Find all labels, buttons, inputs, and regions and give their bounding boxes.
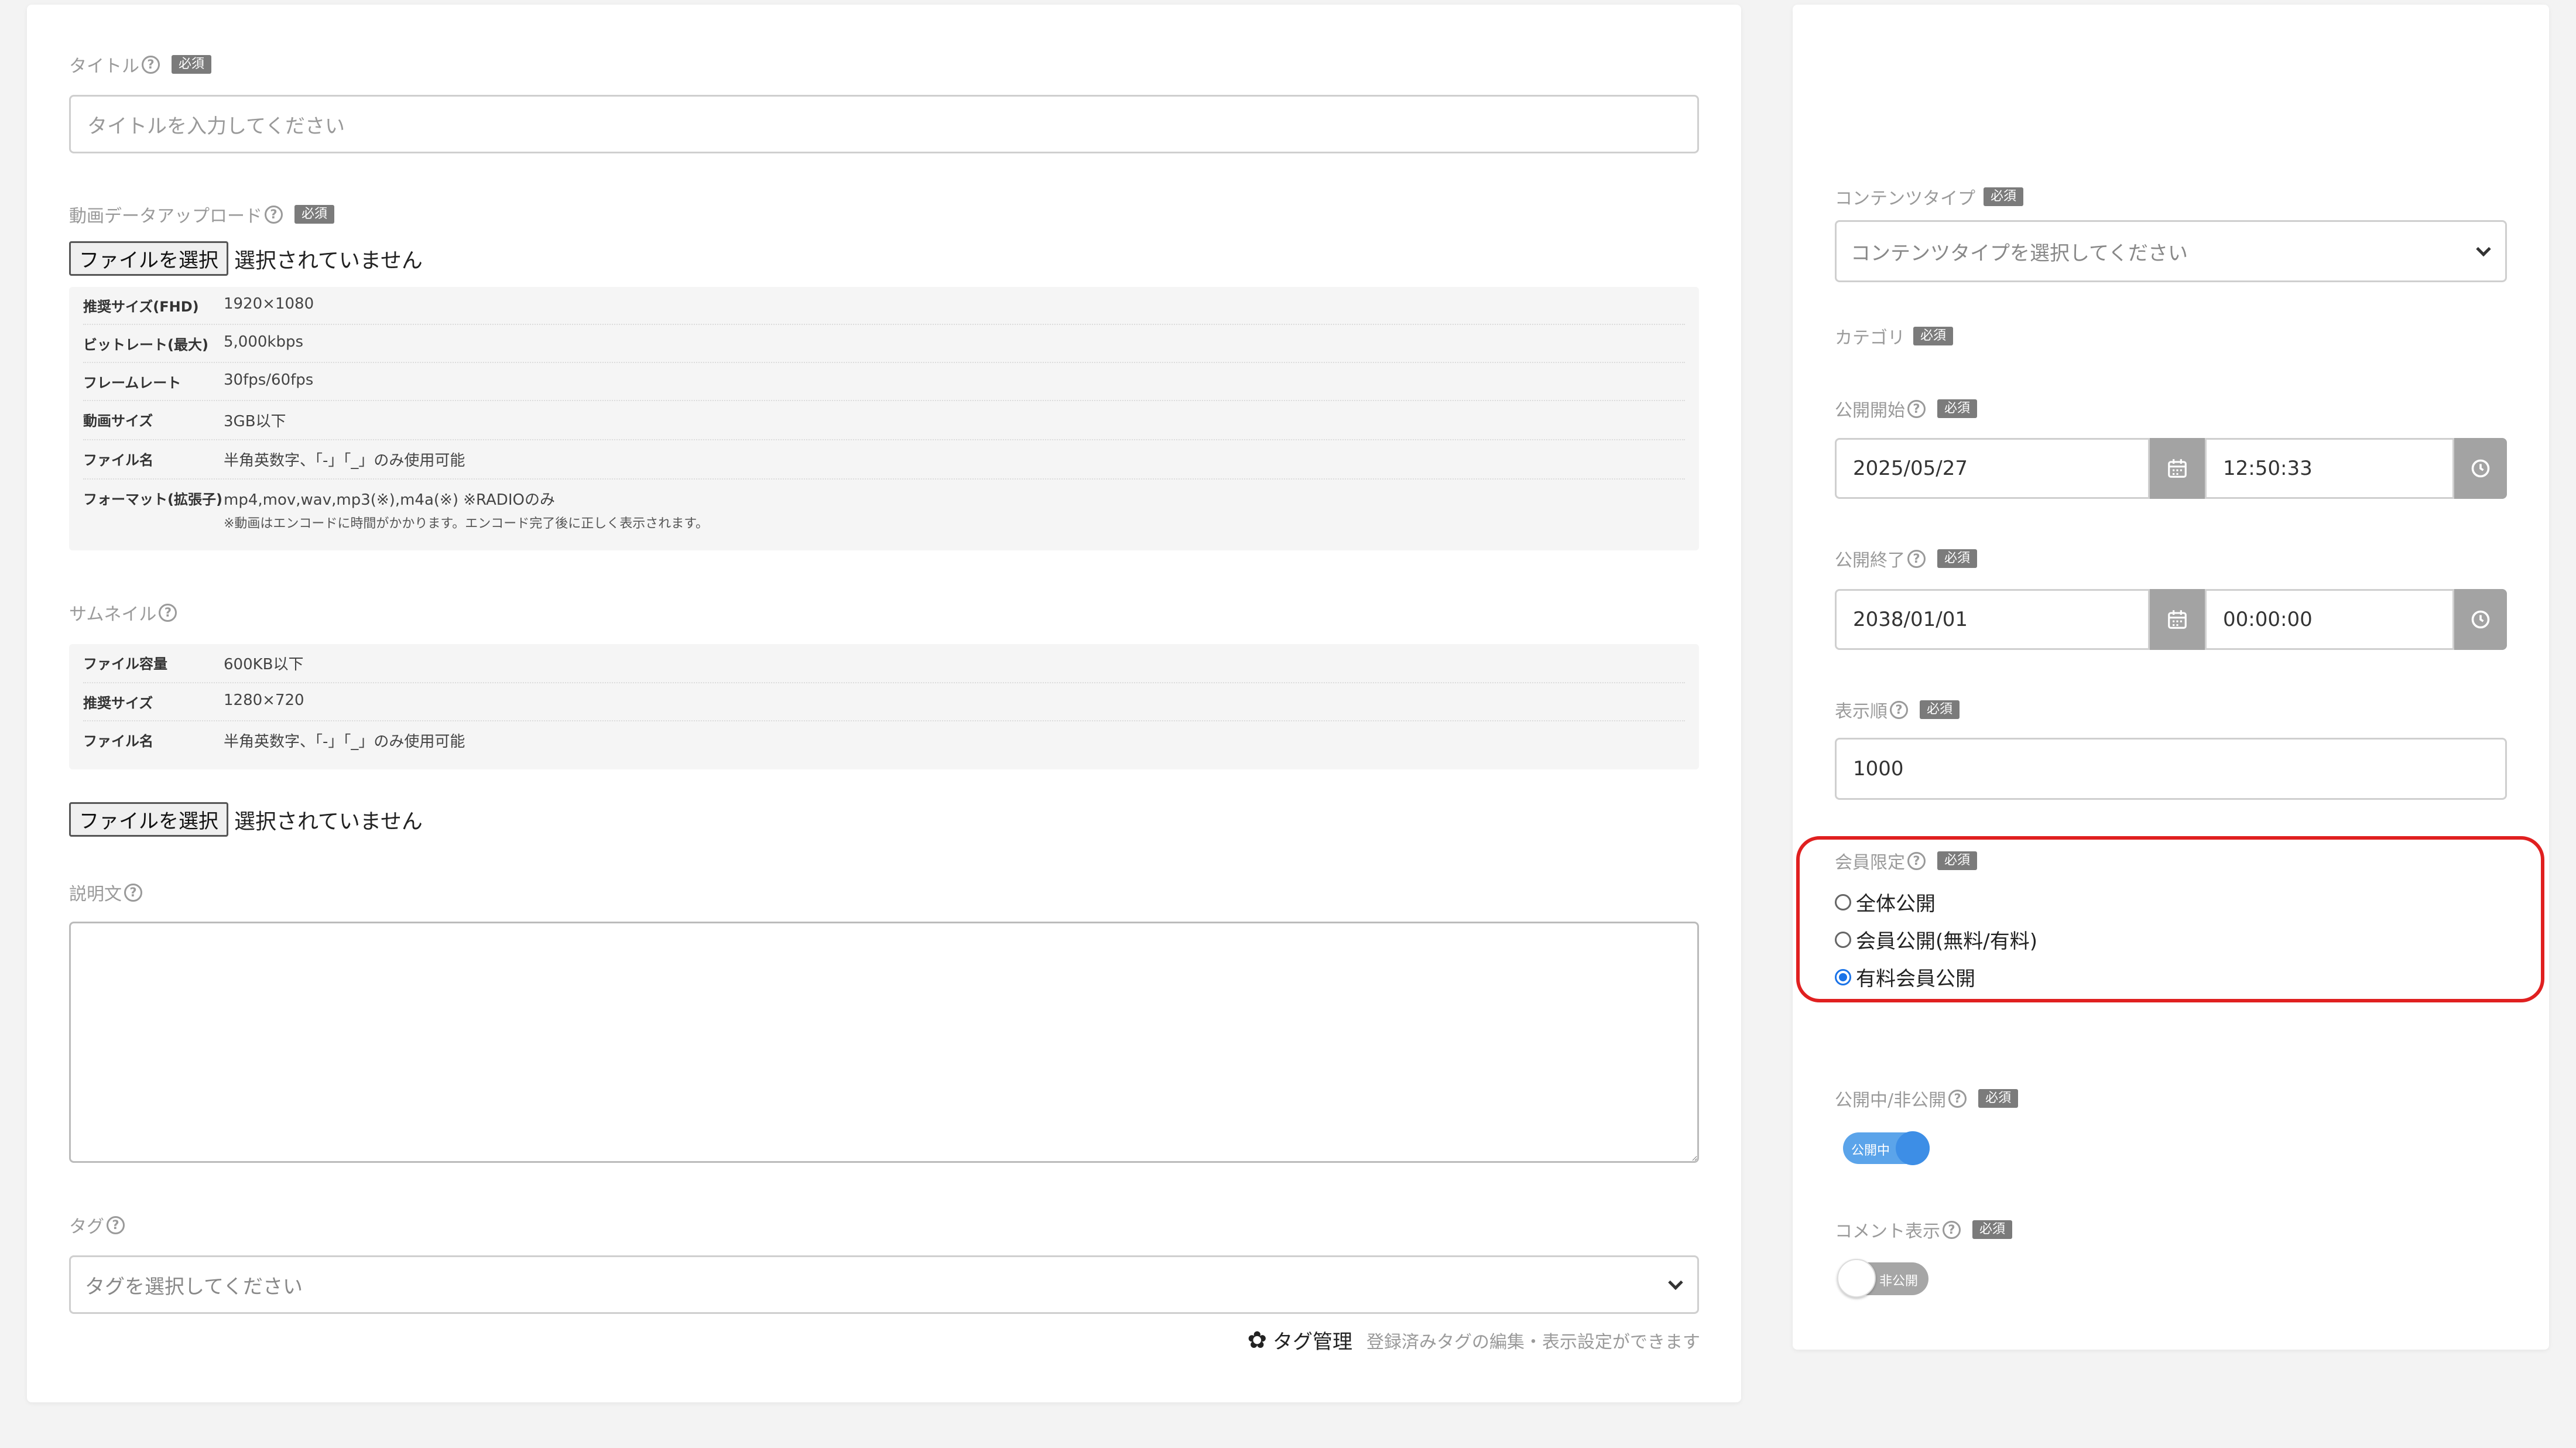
chevron-down-icon	[1668, 1275, 1683, 1290]
publish-end-date-input[interactable]: 2038/01/01	[1835, 589, 2150, 650]
video-spec-table: 推奨サイズ(FHD) 1920×1080 ビットレート(最大) 5,000kbps …	[69, 287, 1699, 550]
required-badge: 必須	[294, 204, 335, 224]
video-file-button[interactable]: ファイルを選択	[69, 241, 228, 276]
visibility-toggle[interactable]: 公開中	[1843, 1131, 1930, 1165]
spec-row: ファイル容量 600KB以下	[83, 644, 1685, 683]
tag-manage-link[interactable]: タグ管理	[1273, 1326, 1352, 1354]
required-badge: 必須	[1913, 326, 1954, 346]
tag-manage-hint: 登録済みタグの編集・表示設定ができます	[1366, 1331, 1700, 1353]
tag-select[interactable]: タグを選択してください	[69, 1255, 1699, 1314]
calendar-icon	[2168, 459, 2187, 478]
description-label: 説明文 ?	[69, 879, 142, 905]
video-upload-label: 動画データアップロード ? 必須	[69, 201, 335, 227]
required-badge: 必須	[1920, 700, 1960, 720]
spec-row: 動画サイズ 3GB以下	[83, 401, 1685, 440]
thumbnail-spec-table: ファイル容量 600KB以下 推奨サイズ 1280×720 ファイル名 半角英数字、「…	[69, 644, 1699, 769]
help-icon[interactable]: ?	[1907, 549, 1926, 568]
required-badge: 必須	[1984, 187, 2024, 207]
clock-button[interactable]	[2454, 438, 2507, 499]
publish-start-date-input[interactable]: 2025/05/27	[1835, 438, 2150, 499]
help-icon[interactable]: ?	[1943, 1220, 1961, 1239]
required-badge: 必須	[1978, 1088, 2019, 1108]
spec-row: フレームレート 30fps/60fps	[83, 363, 1685, 401]
thumbnail-file-picker: ファイルを選択 選択されていません	[69, 802, 423, 837]
title-label: タイトル ? 必須	[69, 52, 212, 77]
spec-row: 推奨サイズ 1280×720	[83, 683, 1685, 721]
gear-icon: ✿	[1247, 1326, 1267, 1354]
thumbnail-label: サムネイル ?	[69, 600, 177, 625]
spec-row: 推奨サイズ(FHD) 1920×1080	[83, 287, 1685, 325]
title-input[interactable]: タイトルを入力してください	[69, 95, 1699, 153]
encode-note: ※動画はエンコードに時間がかかります。エンコード完了後に正しく表示されます。	[224, 516, 709, 531]
clock-icon	[2471, 459, 2490, 478]
display-order-input[interactable]: 1000	[1835, 738, 2507, 800]
toggle-knob	[1837, 1259, 1876, 1298]
comment-toggle[interactable]: 非公開	[1837, 1259, 1928, 1298]
spec-row: ビットレート(最大) 5,000kbps	[83, 325, 1685, 363]
calendar-icon	[2168, 610, 2187, 629]
help-icon[interactable]: ?	[124, 883, 142, 902]
toggle-knob	[1896, 1131, 1930, 1165]
content-type-select[interactable]: コンテンツタイプを選択してください	[1835, 220, 2507, 282]
required-badge: 必須	[172, 54, 212, 74]
category-label: カテゴリ 必須	[1835, 323, 1954, 349]
highlight-annotation	[1796, 836, 2544, 1002]
spec-row: フォーマット(拡張子) mp4,mov,wav,mp3(※),m4a(※) ※RA…	[83, 480, 1685, 540]
description-textarea[interactable]	[69, 922, 1699, 1163]
file-status: 選択されていません	[234, 248, 423, 273]
help-icon[interactable]: ?	[159, 603, 177, 622]
clock-icon	[2471, 610, 2490, 629]
spec-row: ファイル名 半角英数字、「-」「_」のみ使用可能	[83, 733, 465, 751]
help-icon[interactable]: ?	[1890, 700, 1908, 719]
chevron-down-icon	[2476, 241, 2491, 257]
display-order-label: 表示順 ? 必須	[1835, 697, 1960, 723]
publish-start-label: 公開開始 ? 必須	[1835, 396, 1978, 422]
calendar-button[interactable]	[2150, 589, 2205, 650]
thumbnail-file-button[interactable]: ファイルを選択	[69, 802, 228, 837]
spec-row: ファイル名 半角英数字、「-」「_」のみ使用可能	[83, 440, 1685, 480]
tag-manage-row: ✿ タグ管理 登録済みタグの編集・表示設定ができます	[1247, 1326, 1700, 1354]
visibility-label: 公開中/非公開 ? 必須	[1835, 1086, 2019, 1111]
calendar-button[interactable]	[2150, 438, 2205, 499]
required-badge: 必須	[1937, 549, 1978, 569]
help-icon[interactable]: ?	[1907, 399, 1926, 418]
publish-end-time-input[interactable]: 00:00:00	[2205, 589, 2454, 650]
help-icon[interactable]: ?	[265, 205, 283, 224]
help-icon[interactable]: ?	[142, 55, 160, 74]
publish-end-label: 公開終了 ? 必須	[1835, 546, 1978, 571]
content-type-label: コンテンツタイプ 必須	[1835, 184, 2024, 210]
publish-start-time-input[interactable]: 12:50:33	[2205, 438, 2454, 499]
video-file-picker: ファイルを選択 選択されていません	[69, 241, 423, 276]
required-badge: 必須	[1937, 399, 1978, 419]
help-icon[interactable]: ?	[1948, 1089, 1967, 1108]
tag-label: タグ ?	[69, 1212, 125, 1238]
clock-button[interactable]	[2454, 589, 2507, 650]
required-badge: 必須	[1972, 1220, 2013, 1240]
file-status: 選択されていません	[234, 809, 423, 834]
comment-display-label: コメント表示 ? 必須	[1835, 1217, 2013, 1242]
help-icon[interactable]: ?	[107, 1216, 125, 1234]
